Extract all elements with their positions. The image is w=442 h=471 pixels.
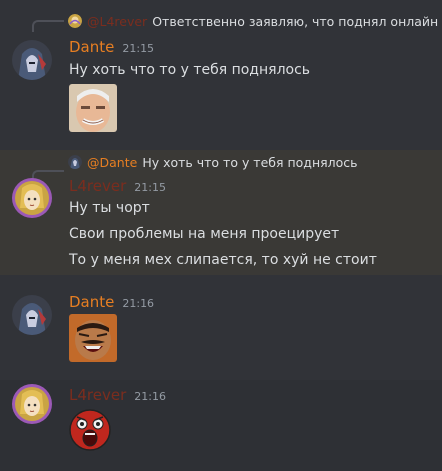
red-face-sticker[interactable]	[69, 409, 111, 451]
username[interactable]: Dante	[69, 293, 114, 311]
message-header: Dante 21:16	[69, 293, 154, 311]
avatar[interactable]	[12, 384, 52, 424]
timestamp[interactable]: 21:15	[134, 181, 166, 194]
message-text: Ну ты чорт	[69, 200, 150, 216]
avatar[interactable]	[12, 178, 52, 218]
message-text: Свои проблемы на меня проецирует	[69, 226, 340, 242]
reply-avatar-icon	[68, 155, 82, 169]
message-group	[0, 380, 442, 471]
message-header: L4rever 21:16	[69, 386, 166, 404]
message-header: L4rever 21:15	[69, 177, 166, 195]
reply-avatar-icon	[68, 14, 82, 28]
username[interactable]: L4rever	[69, 177, 126, 195]
username[interactable]: L4rever	[69, 386, 126, 404]
reply-author[interactable]: @Dante	[87, 155, 137, 170]
timestamp[interactable]: 21:16	[134, 390, 166, 403]
reply-preview[interactable]: @L4rever Ответственно заявляю, что подня…	[68, 12, 438, 30]
mention-bar	[0, 150, 2, 275]
reply-text: Ответственно заявляю, что поднял онлайн	[152, 13, 439, 29]
reply-text: Ну хоть что то у тебя поднялось	[142, 154, 358, 170]
avatar[interactable]	[12, 295, 52, 335]
reply-connector	[32, 20, 64, 32]
reply-preview[interactable]: @Dante Ну хоть что то у тебя поднялось	[68, 153, 358, 171]
message-header: Dante 21:15	[69, 38, 154, 56]
laughing-man-image[interactable]	[69, 314, 117, 362]
message-text: То у меня мех слипается, то хуй не стоит	[69, 252, 377, 268]
timestamp[interactable]: 21:15	[122, 42, 154, 55]
timestamp[interactable]: 21:16	[122, 297, 154, 310]
avatar[interactable]	[12, 40, 52, 80]
reply-author[interactable]: @L4rever	[87, 14, 147, 29]
harold-meme-image[interactable]	[69, 84, 117, 132]
message-text: Ну хоть что то у тебя поднялось	[69, 62, 311, 78]
username[interactable]: Dante	[69, 38, 114, 56]
